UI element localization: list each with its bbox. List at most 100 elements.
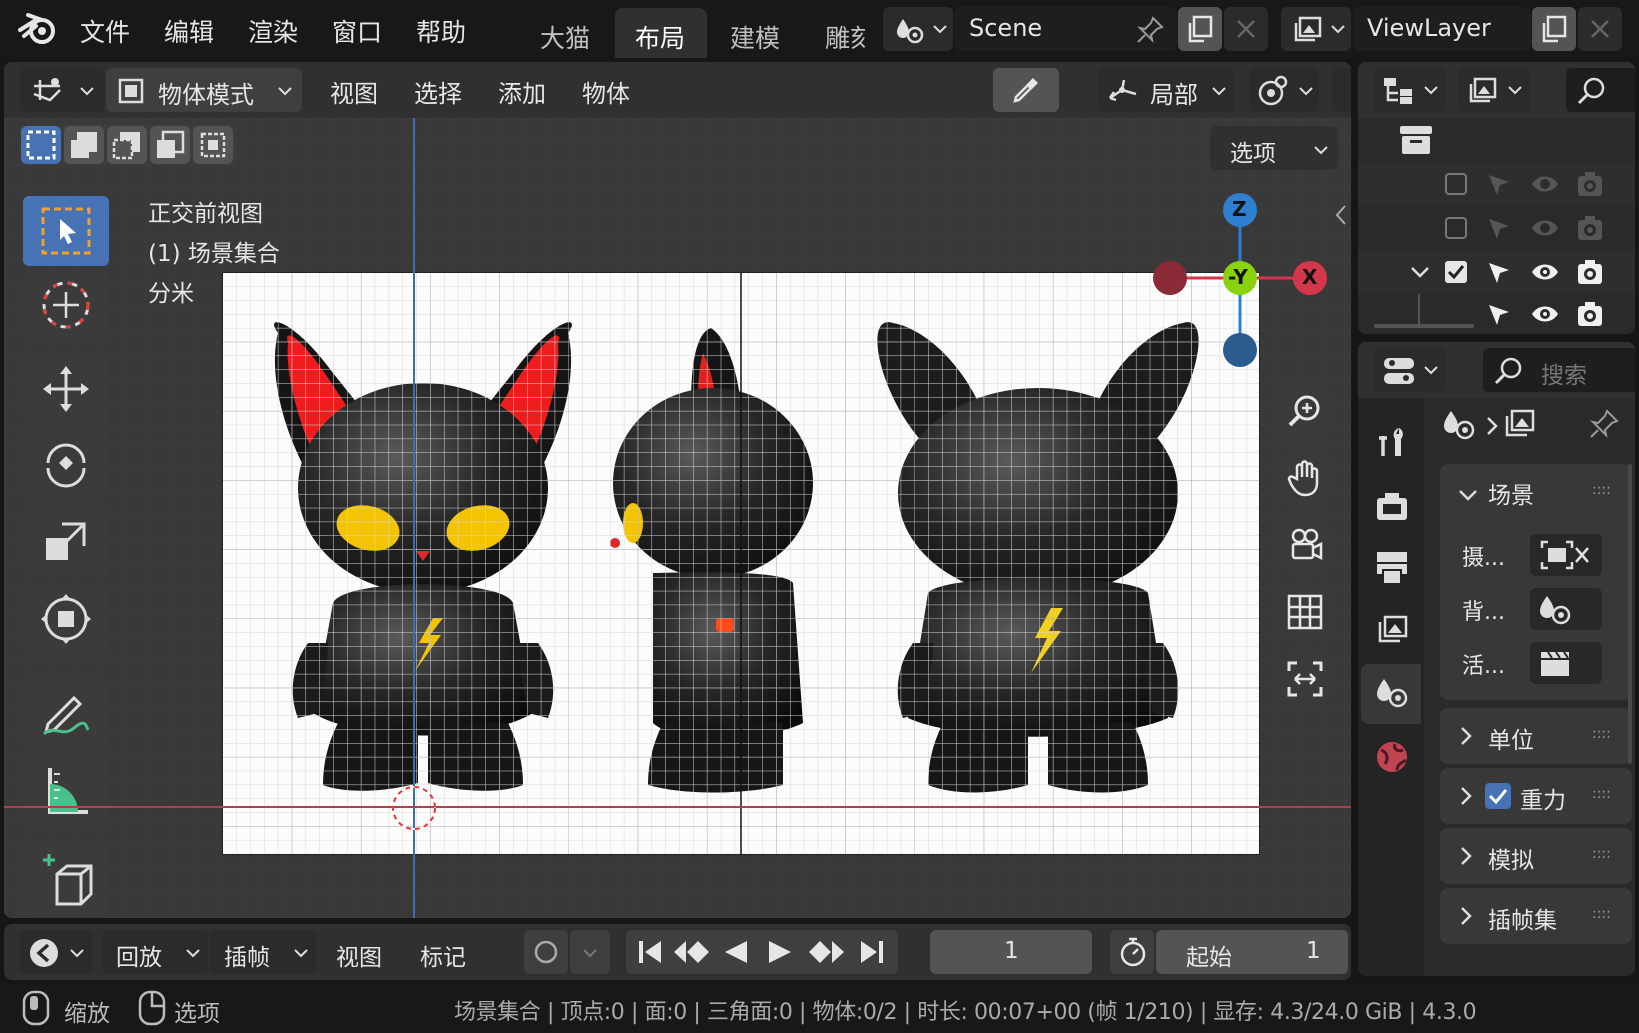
scene-type-dropdown[interactable]	[883, 7, 953, 51]
outliner-search[interactable]	[1566, 68, 1635, 112]
drag-grip-icon[interactable]: ::::	[1592, 482, 1611, 498]
pin-icon[interactable]	[1588, 408, 1620, 440]
outliner-row[interactable]	[1358, 206, 1635, 250]
properties-editor-type[interactable]	[1374, 348, 1446, 392]
transform-orientation-dropdown[interactable]: 局部	[1098, 68, 1234, 112]
tab-modeling[interactable]: 建模	[730, 19, 780, 55]
new-scene-button[interactable]	[1178, 7, 1222, 51]
play-reverse-icon[interactable]	[722, 938, 750, 966]
drag-grip-icon[interactable]: ::::	[1592, 726, 1611, 742]
pin-icon[interactable]	[1135, 15, 1165, 45]
tab-layout[interactable]: 布局	[615, 8, 707, 58]
jump-start-icon[interactable]	[636, 938, 664, 966]
prev-keyframe-icon[interactable]	[672, 938, 712, 966]
camera-render-icon[interactable]	[1576, 214, 1604, 242]
eye-icon[interactable]	[1530, 216, 1560, 240]
outliner-display-mode[interactable]	[1458, 68, 1530, 112]
camera-render-icon[interactable]	[1576, 170, 1604, 198]
simulation-section[interactable]: 模拟 ::::	[1440, 828, 1632, 884]
auto-keying-options[interactable]	[570, 930, 610, 974]
sidebar-toggle-icon[interactable]	[1334, 204, 1348, 226]
camera-view-button[interactable]	[1274, 514, 1336, 576]
tool-measure[interactable]	[23, 754, 109, 828]
menu-select[interactable]: 选择	[414, 74, 462, 109]
auto-keying-toggle[interactable]	[524, 930, 568, 974]
eye-icon[interactable]	[1530, 172, 1560, 196]
mode-dropdown[interactable]: 物体模式	[106, 68, 302, 112]
outliner-row[interactable]	[1358, 250, 1635, 294]
local-view-button[interactable]	[1274, 648, 1336, 710]
tab-damao[interactable]: 大猫	[540, 19, 590, 55]
editor-type-button[interactable]	[20, 68, 104, 112]
menu-window[interactable]: 窗口	[332, 13, 382, 49]
menu-add[interactable]: 添加	[498, 74, 546, 109]
checkbox-icon[interactable]	[1444, 216, 1468, 240]
reference-image[interactable]	[222, 272, 1260, 855]
tool-rotate[interactable]	[23, 428, 109, 498]
chevron-down-icon[interactable]	[1410, 266, 1430, 278]
eye-icon[interactable]	[1530, 302, 1560, 326]
view-layer-type-dropdown[interactable]	[1281, 7, 1351, 51]
menu-render[interactable]: 渲染	[248, 13, 298, 49]
jump-end-icon[interactable]	[858, 938, 886, 966]
options-dropdown[interactable]: 选项	[1210, 126, 1338, 170]
select-mode-invert[interactable]	[150, 126, 190, 164]
menu-file[interactable]: 文件	[80, 13, 130, 49]
tool-add-cube[interactable]	[23, 844, 109, 918]
delete-view-layer-button[interactable]	[1578, 7, 1622, 51]
timeline-menu-marker[interactable]: 标记	[420, 938, 466, 972]
select-arrow-icon[interactable]	[1486, 216, 1512, 242]
camera-render-icon[interactable]	[1576, 300, 1604, 328]
checkbox-checked-icon[interactable]	[1444, 260, 1468, 284]
tab-scene[interactable]	[1361, 664, 1421, 724]
select-mode-new[interactable]	[21, 126, 61, 164]
blender-logo-icon[interactable]	[18, 12, 58, 46]
select-arrow-icon[interactable]	[1486, 302, 1512, 328]
select-mode-subtract[interactable]	[107, 126, 147, 164]
delete-scene-button[interactable]	[1224, 7, 1268, 51]
zoom-button[interactable]	[1274, 380, 1336, 442]
outliner-row[interactable]	[1358, 162, 1635, 206]
new-view-layer-button[interactable]	[1532, 7, 1576, 51]
eye-icon[interactable]	[1530, 260, 1560, 284]
gravity-section[interactable]: 重力 ::::	[1440, 768, 1632, 824]
eyedropper-button[interactable]	[993, 68, 1059, 112]
tab-output[interactable]	[1361, 540, 1421, 600]
scene-camera-field[interactable]	[1530, 534, 1602, 576]
preview-range-toggle[interactable]	[1110, 930, 1154, 974]
tool-scale[interactable]	[23, 506, 109, 576]
tool-cursor[interactable]	[23, 270, 109, 340]
tab-sculpt[interactable]: 雕刻	[825, 19, 865, 55]
properties-scrollbar[interactable]	[1628, 464, 1632, 764]
playback-dropdown[interactable]: 回放	[102, 930, 208, 974]
select-arrow-icon[interactable]	[1486, 260, 1512, 286]
view-layer-name-field[interactable]: ViewLayer	[1353, 7, 1531, 51]
keying-sets-section[interactable]: 插帧集 ::::	[1440, 888, 1632, 944]
drag-grip-icon[interactable]: ::::	[1592, 786, 1611, 802]
outliner-row[interactable]	[1358, 294, 1635, 334]
pan-button[interactable]	[1274, 447, 1336, 509]
scene-section-title[interactable]: 场景	[1488, 476, 1534, 510]
timeline-editor-type[interactable]	[20, 930, 92, 974]
keying-dropdown[interactable]: 插帧	[210, 930, 316, 974]
timeline-menu-view[interactable]: 视图	[336, 938, 382, 972]
scene-background-field[interactable]	[1530, 588, 1602, 630]
tool-select-box[interactable]	[23, 196, 109, 266]
select-mode-intersect[interactable]	[193, 126, 233, 164]
tab-render[interactable]	[1361, 478, 1421, 538]
menu-help[interactable]: 帮助	[416, 13, 466, 49]
scene-collection-icon[interactable]	[1398, 122, 1434, 158]
ortho-toggle-button[interactable]	[1274, 581, 1336, 643]
menu-view[interactable]: 视图	[330, 74, 378, 109]
select-arrow-icon[interactable]	[1486, 172, 1512, 198]
next-keyframe-icon[interactable]	[806, 938, 846, 966]
tab-world[interactable]	[1361, 728, 1421, 788]
current-frame-field[interactable]: 1	[930, 930, 1092, 974]
tab-tool[interactable]	[1361, 412, 1421, 472]
menu-object[interactable]: 物体	[582, 74, 630, 109]
chevron-down-icon[interactable]	[1458, 489, 1478, 501]
select-mode-extend[interactable]	[64, 126, 104, 164]
drag-grip-icon[interactable]: ::::	[1592, 906, 1611, 922]
snap-toggle[interactable]	[1332, 68, 1351, 112]
tab-view-layer[interactable]	[1361, 602, 1421, 662]
